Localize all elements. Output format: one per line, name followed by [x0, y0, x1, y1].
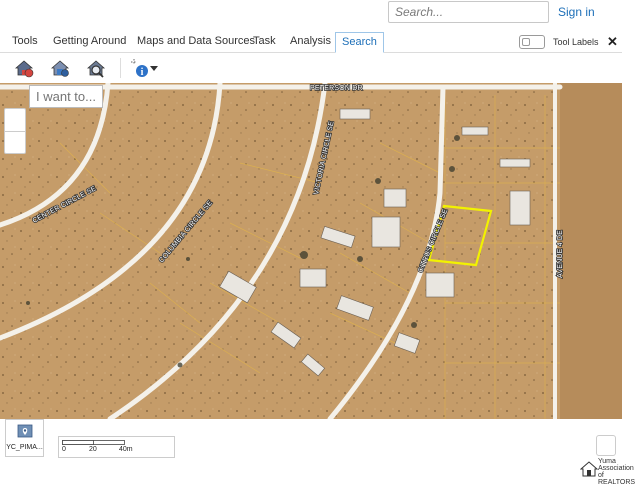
tab-analysis[interactable]: Analysis: [290, 35, 331, 47]
map-nav-control[interactable]: [4, 108, 26, 154]
map-pin-icon: [17, 424, 33, 438]
aerial-map[interactable]: PETERSON DR CENTER CIRCLE SE COLUMBIA CI…: [0, 83, 622, 419]
nav-divider: [5, 131, 25, 132]
map-view[interactable]: PETERSON DR CENTER CIRCLE SE COLUMBIA CI…: [0, 83, 622, 419]
house-pin-icon[interactable]: [48, 56, 72, 80]
street-label-peterson: PETERSON DR: [310, 85, 363, 92]
house-logo-icon: [580, 461, 598, 477]
tab-search[interactable]: Search: [335, 32, 384, 53]
map-corner-button[interactable]: [596, 435, 616, 456]
tab-getting-around[interactable]: Getting Around: [53, 35, 126, 47]
dropdown-caret-icon[interactable]: [146, 56, 162, 80]
logo-line-3: of REALTORS: [598, 472, 636, 486]
logo-line-2: Association: [598, 465, 634, 472]
tool-labels-toggle[interactable]: [519, 35, 545, 49]
street-label-avenue: AVENUE 4 DE: [557, 230, 564, 278]
basemap-switcher[interactable]: YC_PIMA...: [5, 419, 44, 457]
tab-maps-and-data-sources[interactable]: Maps and Data Sources: [137, 35, 255, 47]
scale-label-0: 0: [62, 446, 66, 453]
i-want-to-input[interactable]: [29, 85, 103, 108]
toolbar-divider: [120, 58, 121, 78]
logo-line-1: Yuma: [598, 458, 616, 465]
basemap-label: YC_PIMA...: [6, 444, 43, 451]
top-bar: Sign in: [0, 0, 640, 30]
search-toolbar: i: [0, 53, 622, 83]
tab-tools[interactable]: Tools: [12, 35, 38, 47]
tool-labels-label: Tool Labels: [553, 37, 599, 47]
scale-label-20: 20: [89, 446, 97, 453]
home-search-icon[interactable]: [12, 56, 36, 80]
sign-in-link[interactable]: Sign in: [558, 5, 595, 19]
svg-text:i: i: [141, 67, 144, 78]
scale-label-40m: 40m: [119, 446, 133, 453]
tab-task[interactable]: Task: [253, 35, 276, 47]
scale-bar: 0 20 40m: [58, 436, 175, 458]
house-magnify-icon[interactable]: [84, 56, 108, 80]
close-icon[interactable]: ✕: [607, 34, 618, 50]
toggle-knob: [522, 38, 530, 46]
realtor-logo: Yuma Association of REALTORS: [580, 456, 640, 486]
search-input[interactable]: [388, 1, 549, 23]
